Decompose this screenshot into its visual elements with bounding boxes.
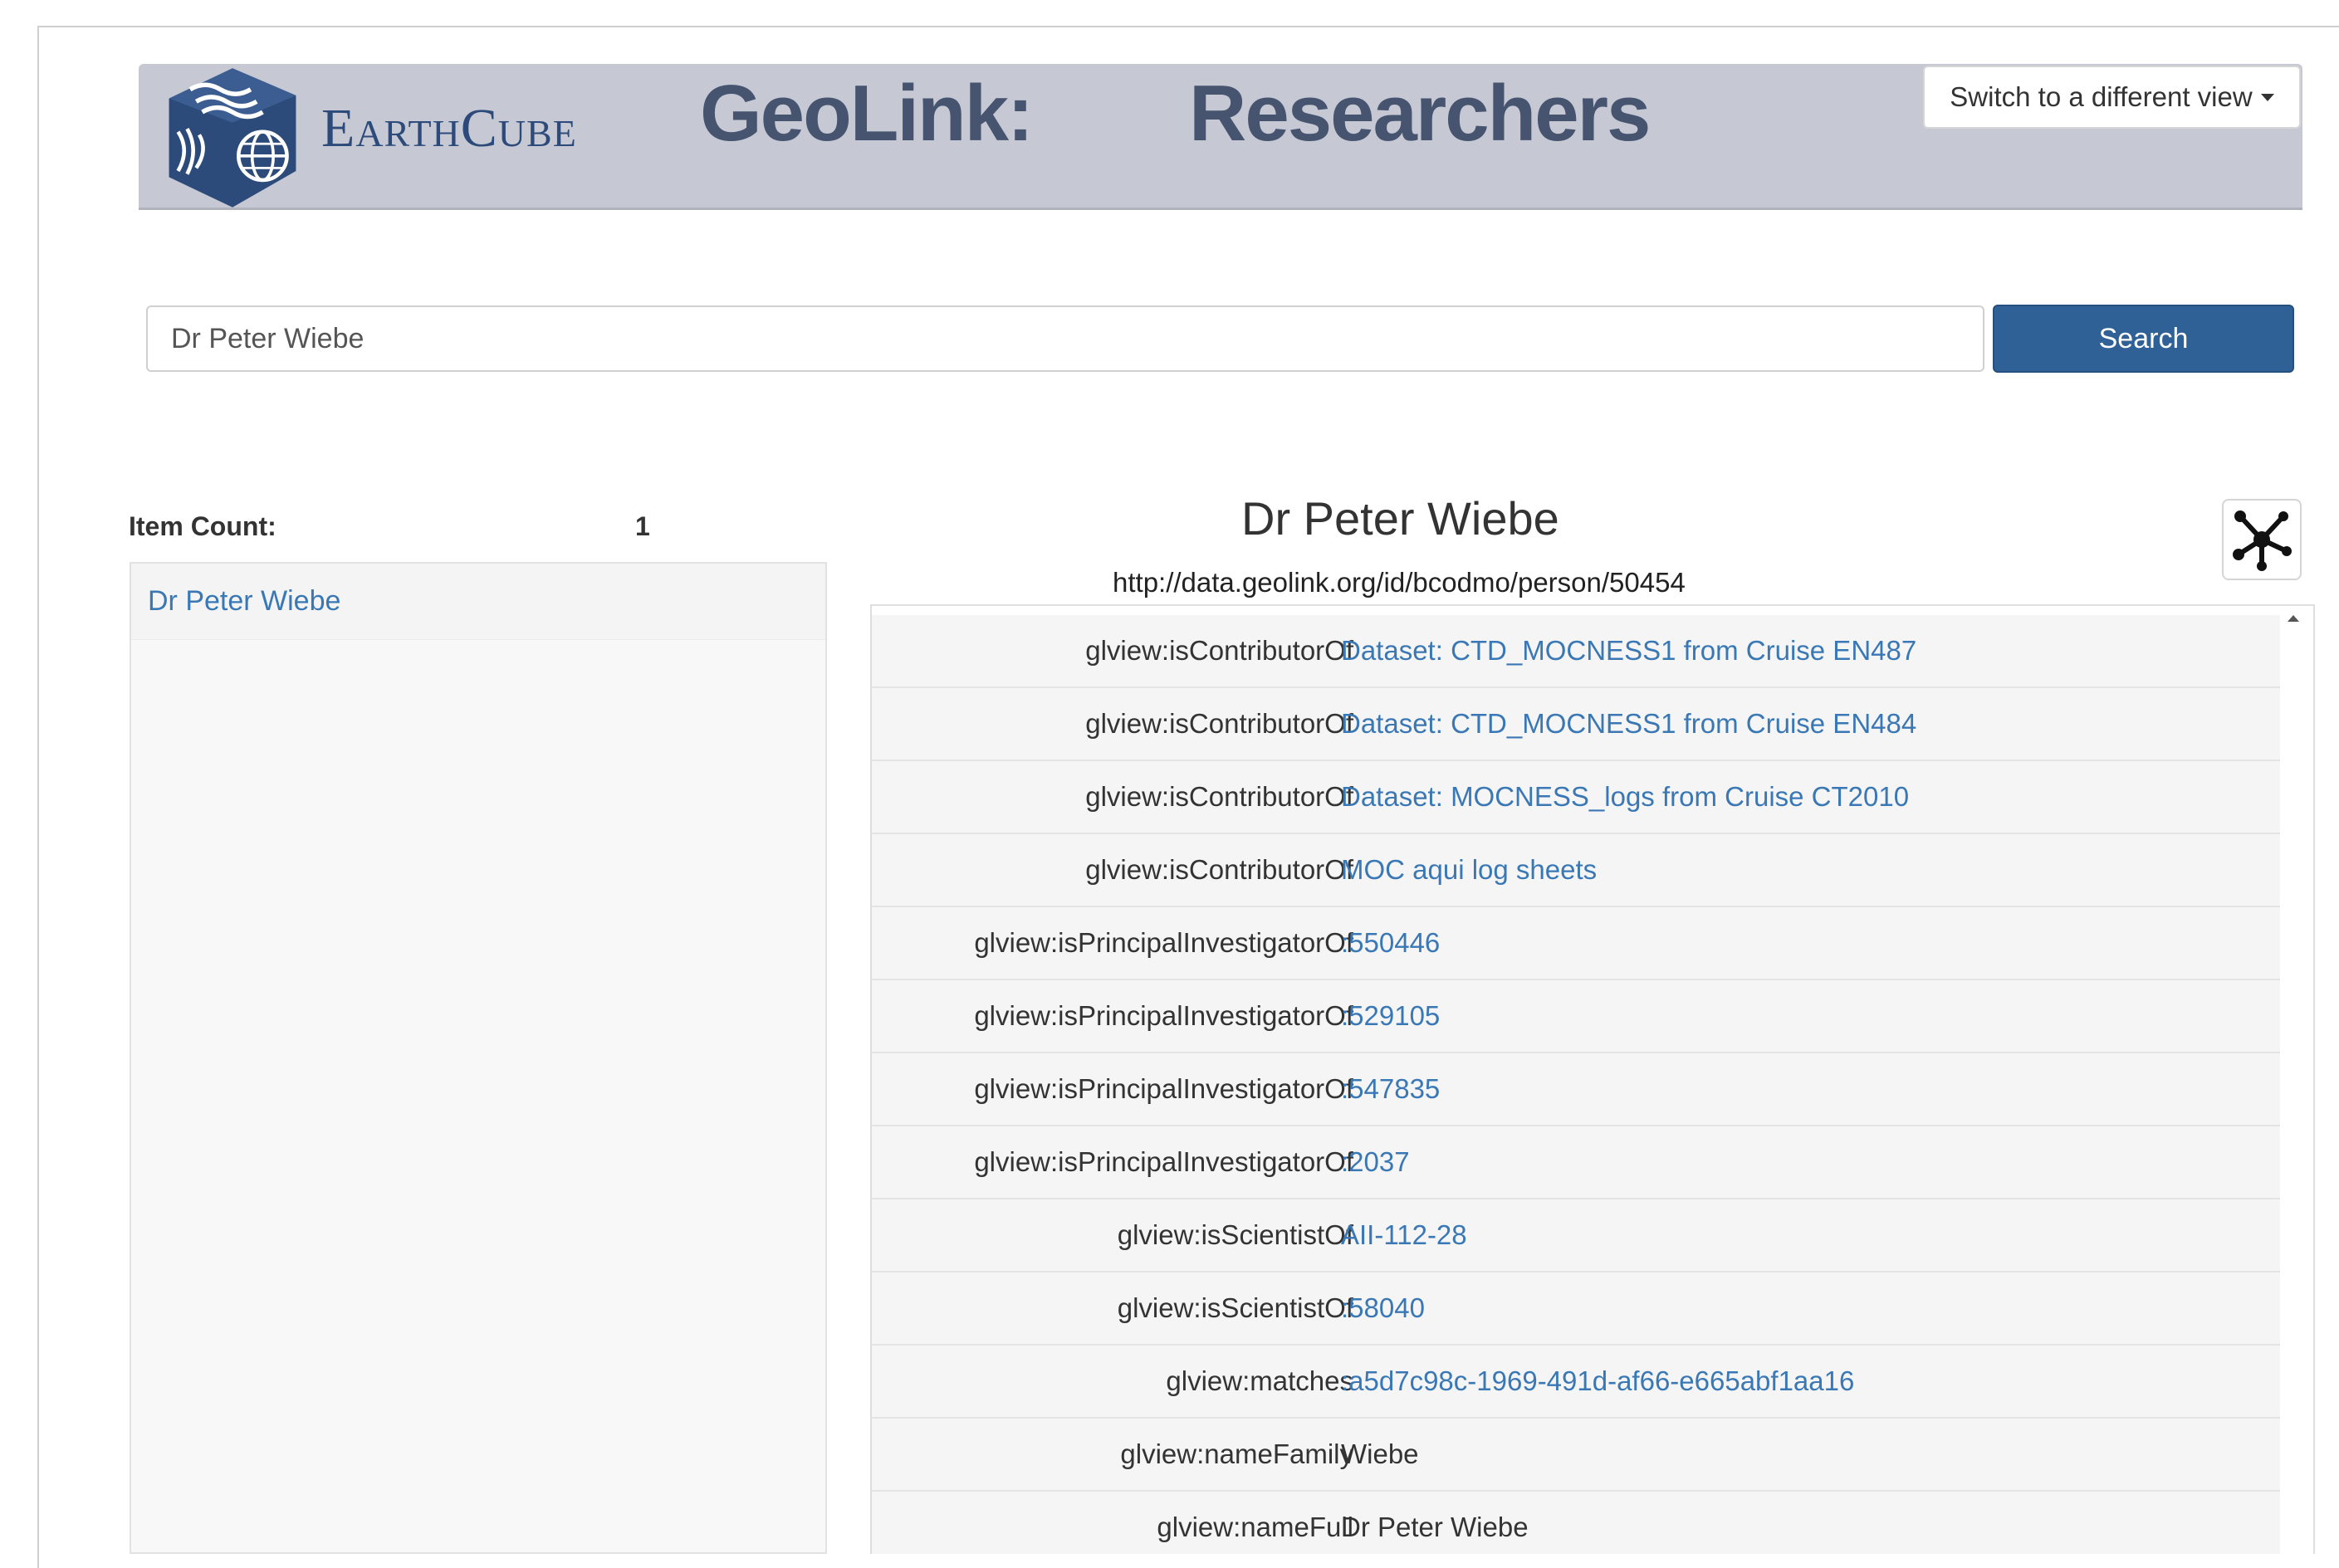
property-predicate: glview:isScientistOf [1117, 1292, 1353, 1323]
property-predicate: glview:isContributorOf [1085, 781, 1353, 812]
property-object-link[interactable]: :547835 [1341, 1053, 1440, 1125]
table-row: glview:isPrincipalInvestigatorOf :529105 [872, 980, 2280, 1053]
detail-title: Dr Peter Wiebe [1241, 492, 1559, 545]
table-row: glview:isContributorOf Dataset: CTD_MOCN… [872, 688, 2280, 761]
table-row: glview:nameFull Dr Peter Wiebe [872, 1492, 2280, 1554]
property-predicate: glview:isPrincipalInvestigatorOf [974, 927, 1353, 958]
table-row: glview:nameFamily Wiebe [872, 1419, 2280, 1492]
item-count-label: Item Count: [129, 511, 276, 541]
caret-down-icon [2260, 93, 2274, 101]
network-graph-icon [2233, 510, 2292, 571]
property-object-link[interactable]: Dataset: CTD_MOCNESS1 from Cruise EN487 [1341, 615, 1916, 686]
property-predicate: glview:isContributorOf [1085, 708, 1353, 739]
property-predicate: glview:nameFull [1157, 1512, 1353, 1542]
property-object-link[interactable]: MOC aqui log sheets [1341, 834, 1597, 906]
property-predicate: glview:isPrincipalInvestigatorOf [974, 1073, 1353, 1104]
table-row: glview:isScientistOf AII-112-28 [872, 1199, 2280, 1272]
table-row: glview:matches :a5d7c98c-1969-491d-af66-… [872, 1346, 2280, 1419]
property-predicate: glview:isScientistOf [1117, 1219, 1353, 1250]
search-button[interactable]: Search [1993, 305, 2294, 373]
property-predicate: glview:nameFamily [1120, 1439, 1353, 1469]
property-object-link[interactable]: AII-112-28 [1341, 1199, 1467, 1271]
property-object-link[interactable]: :2037 [1341, 1126, 1410, 1198]
table-row: glview:isContributorOf Dataset: MOCNESS_… [872, 761, 2280, 834]
property-predicate: glview:isPrincipalInvestigatorOf [974, 1000, 1353, 1031]
property-predicate: glview:isContributorOf [1085, 854, 1353, 885]
table-row: glview:isContributorOf Dataset: CTD_MOCN… [872, 615, 2280, 688]
graph-view-button[interactable] [2222, 499, 2302, 580]
earthcube-logo-icon [169, 68, 296, 208]
property-object-value: Wiebe [1341, 1439, 1419, 1469]
table-row: glview:isContributorOf MOC aqui log shee… [872, 834, 2280, 907]
scroll-up-icon[interactable] [2288, 615, 2299, 622]
results-list: Dr Peter Wiebe [130, 562, 827, 1554]
property-object-link[interactable]: :550446 [1341, 907, 1440, 979]
table-row: glview:isScientistOf :58040 [872, 1272, 2280, 1346]
property-object-value: Dr Peter Wiebe [1341, 1512, 1529, 1542]
properties-table: glview:isContributorOf Dataset: CTD_MOCN… [870, 604, 2315, 1554]
app-subtitle: Researchers [1189, 69, 1651, 158]
table-row: glview:isPrincipalInvestigatorOf :547835 [872, 1053, 2280, 1126]
detail-uri: http://data.geolink.org/id/bcodmo/person… [1113, 567, 1686, 598]
property-object-link[interactable]: :a5d7c98c-1969-491d-af66-e665abf1aa16 [1341, 1346, 1854, 1417]
table-row: glview:isPrincipalInvestigatorOf :2037 [872, 1126, 2280, 1199]
property-object-link[interactable]: Dataset: MOCNESS_logs from Cruise CT2010 [1341, 761, 1909, 833]
property-predicate: glview:matches [1166, 1365, 1353, 1396]
item-count-value: 1 [635, 511, 650, 541]
search-input[interactable] [146, 305, 1984, 372]
earthcube-logo-text: EarthCube [321, 98, 577, 159]
switch-view-dropdown[interactable]: Switch to a different view [1923, 66, 2301, 129]
property-predicate: glview:isPrincipalInvestigatorOf [974, 1146, 1353, 1177]
table-row: glview:isPrincipalInvestigatorOf :550446 [872, 907, 2280, 980]
app-title: GeoLink: [700, 69, 1034, 158]
switch-view-label: Switch to a different view [1950, 81, 2253, 112]
list-item[interactable]: Dr Peter Wiebe [131, 564, 825, 640]
property-object-link[interactable]: :58040 [1341, 1272, 1425, 1344]
property-object-link[interactable]: Dataset: CTD_MOCNESS1 from Cruise EN484 [1341, 688, 1916, 760]
property-predicate: glview:isContributorOf [1085, 635, 1353, 666]
property-object-link[interactable]: :529105 [1341, 980, 1440, 1052]
